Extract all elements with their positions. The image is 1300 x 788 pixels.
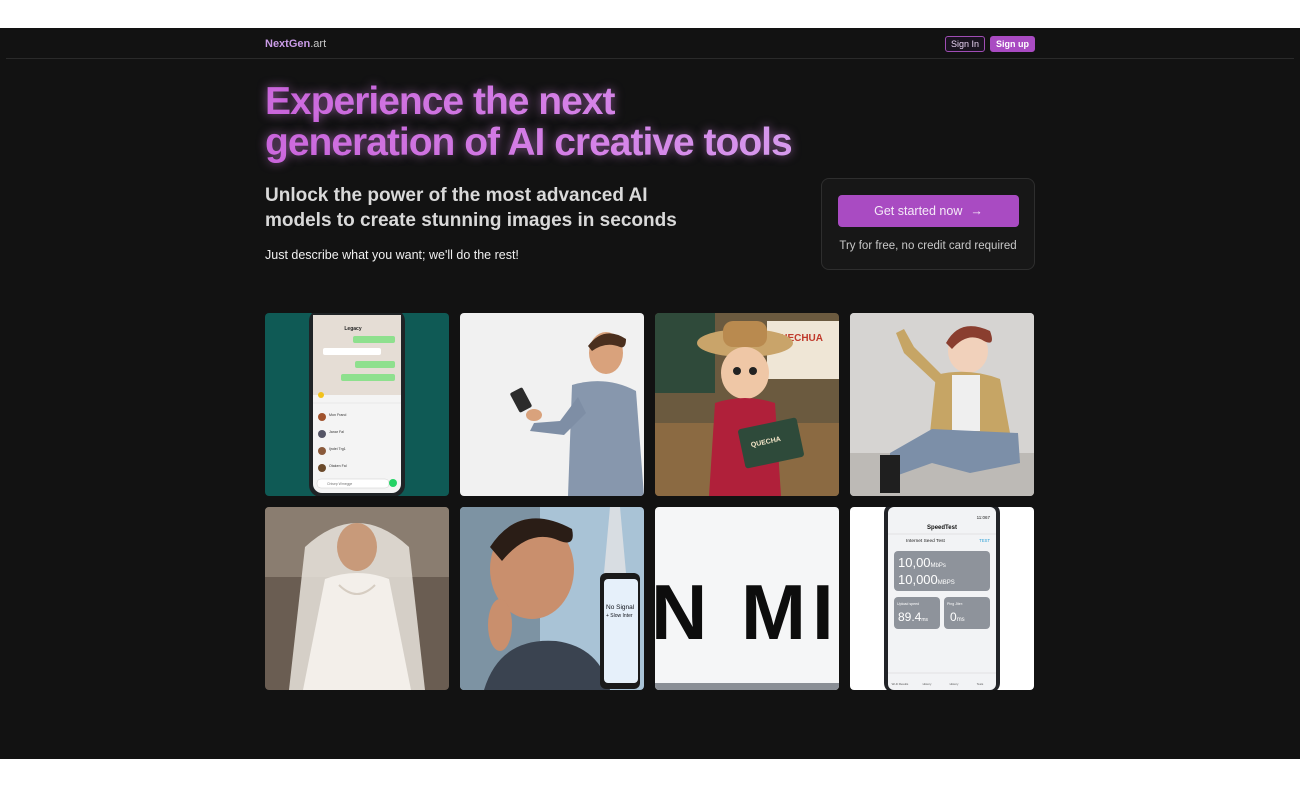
gallery-image-sign-text[interactable]: N MITI [655,507,839,690]
cta-card: Get started now → Try for free, no credi… [821,178,1035,270]
anime-character-illustration [850,313,1034,496]
no-signal-text-2: + Slow Inter [606,613,633,619]
gallery-image-chat-app[interactable]: Legacy Mon Frand Janar Fal Ijndei Trg1 O… [265,313,449,496]
speedtest-tab-4: Tests [977,682,984,686]
chat-row-1: Mon Frand [329,413,346,417]
hero-title: Experience the next generation of AI cre… [265,81,905,163]
speedtest-subtitle: Internet Seed Test [906,538,946,544]
man-with-phone-illustration [460,313,644,496]
app-window: NextGen.art Sign In Sign up Experience t… [0,28,1300,759]
chat-app-illustration: Legacy Mon Frand Janar Fal Ijndei Trg1 O… [265,313,449,496]
brand-logo[interactable]: NextGen.art [265,38,326,50]
speedtest-tab-3: History [950,682,959,686]
chat-row-3: Ijndei Trg1 [329,447,346,451]
hero-subtitle-line-2: models to create stunning images in seco… [265,210,677,231]
gallery-image-speed-test[interactable]: 11:067 SpeedTest Internet Seed Test TEST… [850,507,1034,690]
nav-actions: Sign In Sign up [944,36,1035,52]
chat-input: Chtsep Wmegge [327,482,352,486]
status-time: 11:067 [977,515,991,520]
puppet-reading-illustration: ANECHUA QUECHA [655,313,839,496]
no-signal-text-1: No Signal [606,604,635,611]
sign-in-button[interactable]: Sign In [944,36,985,52]
gallery-image-thinking-man[interactable]: No Signal + Slow Inter [460,507,644,690]
hero-title-line-1: Experience the next [265,80,615,123]
woman-white-dress-illustration [265,507,449,690]
upload-label: Upload speed [897,602,919,606]
gallery-image-puppet-reading[interactable]: ANECHUA QUECHA [655,313,839,496]
chat-row-4: Otaken Fal [329,464,347,468]
gallery-image-woman-white-dress[interactable] [265,507,449,690]
hero-subtitle-line-1: Unlock the power of the most advanced AI [265,185,648,206]
brand-suffix: .art [310,38,327,50]
speedtest-tab-1: Wi-Fi Results [892,682,909,686]
get-started-label: Get started now [874,204,963,218]
sign-up-button[interactable]: Sign up [990,36,1035,52]
top-navigation: NextGen.art Sign In Sign up [6,28,1294,59]
cta-note: Try for free, no credit card required [839,240,1017,252]
speedtest-title: SpeedTest [927,525,957,531]
gallery-image-anime-character[interactable] [850,313,1034,496]
gallery-image-man-with-phone[interactable] [460,313,644,496]
speedtest-tab-2: History [923,682,932,686]
upload-value-unit: ms [921,617,928,623]
ping-label: Ping Jiter: [947,602,963,606]
brand-name: NextGen [265,38,311,50]
sign-text: N MITI [655,568,839,656]
hero-subtitle: Unlock the power of the most advanced AI… [265,183,705,233]
speedtest-test-label: TEST [979,538,990,543]
arrow-right-icon: → [970,204,983,218]
hero-tagline: Just describe what you want; we'll do th… [265,248,519,262]
thinking-man-illustration: No Signal + Slow Inter [460,507,644,690]
speed-value-2-unit: MBPS [938,580,955,586]
ping-value-unit: ms [957,617,965,623]
speed-value-1-unit: MbPs [931,563,946,569]
sign-text-illustration: N MITI [655,507,839,690]
speed-test-illustration: 11:067 SpeedTest Internet Seed Test TEST… [850,507,1034,690]
chat-header: Legacy [344,326,361,332]
upload-value-number: 89.4 [898,610,922,624]
image-gallery: Legacy Mon Frand Janar Fal Ijndei Trg1 O… [265,313,1035,690]
hero-title-line-2: generation of AI creative tools [265,121,793,164]
speed-value-2-number: 10,000 [898,572,938,587]
speed-value-1-number: 10,00 [898,555,931,570]
chat-row-2: Janar Fal [329,430,344,434]
get-started-button[interactable]: Get started now → [838,195,1019,227]
